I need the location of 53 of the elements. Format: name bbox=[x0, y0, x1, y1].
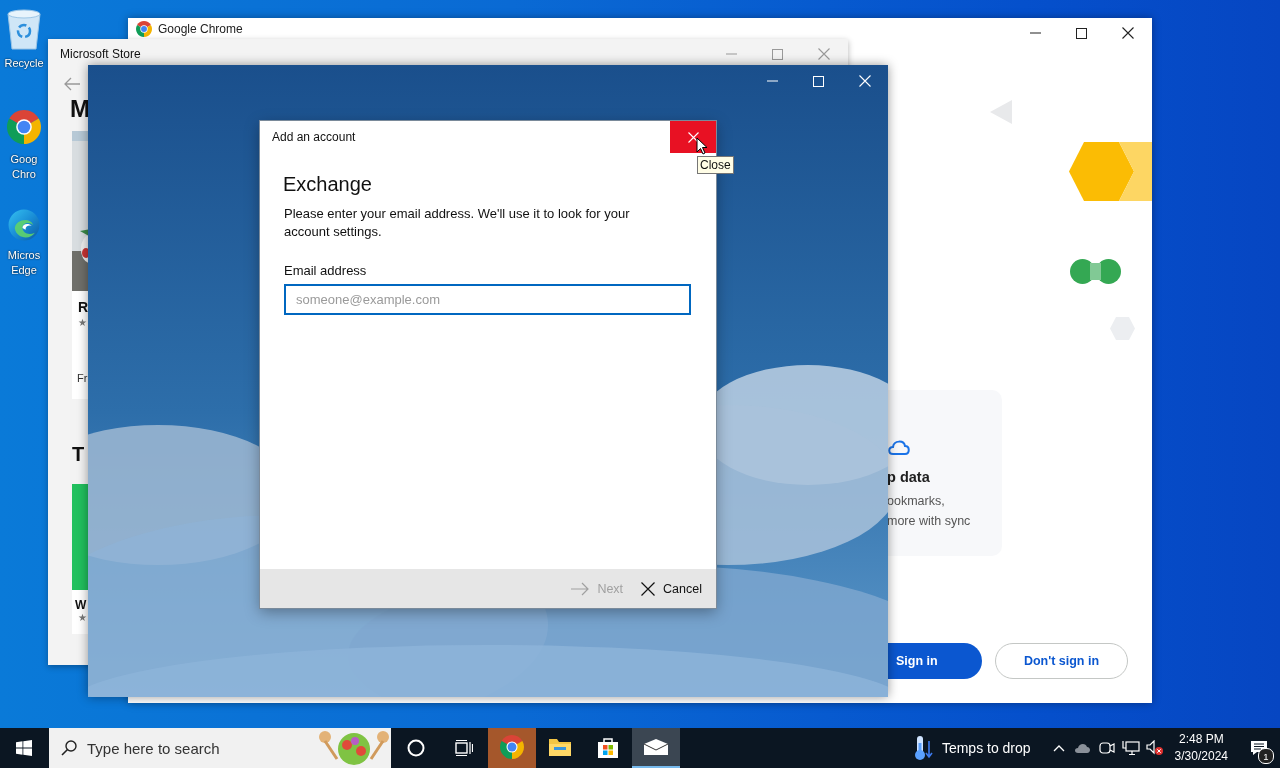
back-arrow-icon[interactable] bbox=[64, 77, 81, 91]
rating-label: ★ bbox=[78, 317, 87, 328]
icon-label[interactable]: Micros bbox=[7, 248, 41, 263]
app-card[interactable]: W ★ bbox=[72, 484, 88, 634]
section-heading: T bbox=[72, 443, 85, 466]
weather-text: Temps to drop bbox=[941, 740, 1031, 756]
app-title: R bbox=[78, 299, 89, 315]
rating-label: ★ bbox=[78, 612, 87, 623]
envelope-icon bbox=[643, 738, 669, 756]
clock[interactable]: 2:48 PM 3/30/2024 bbox=[1174, 731, 1228, 765]
section-heading: M bbox=[70, 95, 90, 123]
icon-label[interactable]: Goog bbox=[10, 152, 38, 167]
icon-label[interactable]: Chro bbox=[12, 167, 36, 182]
card-text: more with sync bbox=[887, 514, 971, 528]
close-icon[interactable] bbox=[1122, 27, 1134, 39]
icon-label[interactable]: Edge bbox=[11, 263, 37, 278]
task-view-icon bbox=[455, 740, 473, 756]
date-text: 3/30/2024 bbox=[1174, 748, 1228, 765]
circle-icon bbox=[407, 739, 425, 757]
search-field[interactable]: Type here to search bbox=[49, 728, 391, 768]
edge-icon[interactable] bbox=[7, 208, 41, 242]
windows-logo-icon bbox=[16, 740, 32, 756]
notification-count: 1 bbox=[1258, 748, 1274, 764]
cloud-icon[interactable] bbox=[1073, 742, 1092, 754]
taskbar-button[interactable] bbox=[632, 728, 680, 768]
chrome-icon bbox=[136, 21, 152, 37]
app-price: Fr bbox=[77, 372, 88, 384]
thermometer-icon bbox=[913, 735, 934, 761]
network-monitor-icon[interactable] bbox=[1121, 740, 1140, 756]
app-card[interactable]: R ★ Fr bbox=[72, 131, 88, 399]
chevron-up-icon[interactable] bbox=[1052, 744, 1065, 752]
window-title: Google Chrome bbox=[158, 22, 243, 36]
pill-shapes bbox=[1070, 259, 1121, 284]
shopping-bag-icon bbox=[596, 735, 620, 759]
muted-speaker-icon[interactable] bbox=[1145, 740, 1164, 756]
time-text: 2:48 PM bbox=[1178, 731, 1224, 748]
icon-label[interactable]: Recycle bbox=[4, 56, 44, 71]
card-title: p data bbox=[887, 469, 930, 485]
recycle-bin-icon[interactable] bbox=[5, 8, 43, 50]
search-placeholder: Type here to search bbox=[87, 739, 221, 757]
search-icon bbox=[61, 740, 77, 756]
maximize-icon[interactable] bbox=[1076, 27, 1087, 39]
window-title: Microsoft Store bbox=[60, 47, 141, 61]
salad-bowl-icon bbox=[317, 729, 391, 767]
sign-in-button[interactable]: Sign in bbox=[888, 643, 982, 679]
card-text: ookmarks, bbox=[887, 494, 945, 508]
folder-icon bbox=[548, 737, 572, 757]
chrome-icon bbox=[7, 110, 41, 144]
weather-widget[interactable]: Temps to drop bbox=[913, 735, 1031, 761]
chrome-icon bbox=[500, 735, 524, 759]
dont-sign-in-button[interactable]: Don't sign in bbox=[995, 643, 1128, 679]
app-title: W bbox=[75, 598, 87, 612]
video-camera-icon[interactable] bbox=[1098, 740, 1115, 756]
